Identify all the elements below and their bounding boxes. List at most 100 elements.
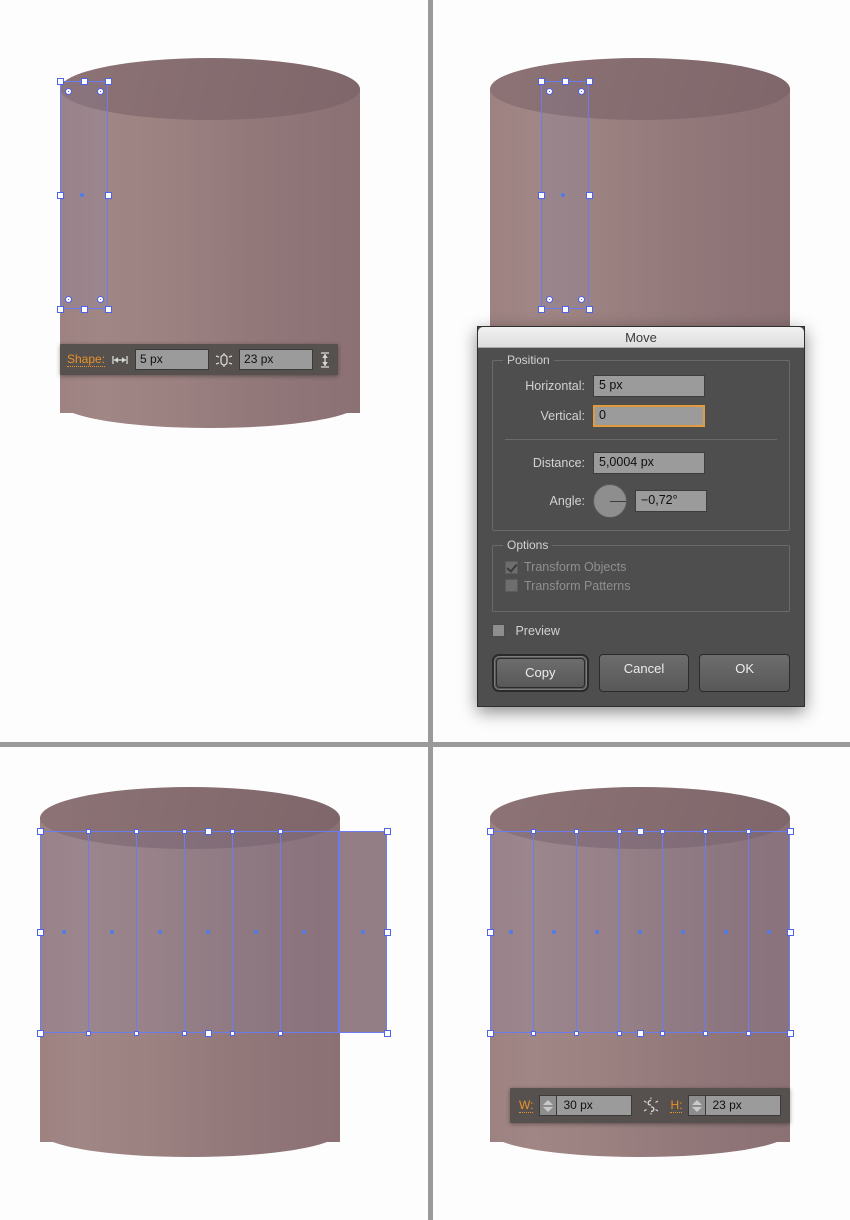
distance-label: Distance: [532,456,585,470]
bottom-node-2-br[interactable] [573,1030,579,1036]
selection-handle-middle-left-tl[interactable] [56,191,64,199]
move-dialog-title: Move [625,329,657,345]
top-node-4-bl[interactable] [229,828,235,834]
panel-bottom-right: W: 30 px H: 23 px [433,747,850,1220]
horizontal-input[interactable]: 5 px [593,375,705,397]
transform-width-value[interactable]: 30 px [557,1096,631,1115]
transform-objects-checkbox-item[interactable]: Transform Objects [505,560,626,574]
selection-handle-bottom-center-tr[interactable] [561,305,569,313]
transform-width-stepper[interactable]: 30 px [539,1095,633,1116]
bottom-node-3-bl[interactable] [181,1030,187,1036]
height-stepper-buttons[interactable] [689,1096,707,1115]
transform-height-value[interactable]: 23 px [706,1096,780,1115]
top-node-5-bl[interactable] [277,828,283,834]
ok-button[interactable]: OK [699,654,791,692]
selection-handle-middle-right-tl[interactable] [104,191,112,199]
selection-handle-top-center-bl[interactable] [204,827,212,835]
transform-hud-bar[interactable]: W: 30 px H: 23 px [510,1088,791,1123]
selection-handle-bottom-right-tr[interactable] [585,305,593,313]
height-arrows-icon[interactable] [319,351,331,369]
transform-patterns-checkbox-item[interactable]: Transform Patterns [505,579,631,593]
selection-handle-middle-right-tr[interactable] [585,191,593,199]
bottom-node-1-bl[interactable] [85,1030,91,1036]
preview-checkbox[interactable] [492,624,505,638]
preview-row[interactable]: Preview [492,622,790,640]
selection-handle-bottom-right-br[interactable] [786,1029,794,1037]
broken-link-icon[interactable] [642,1097,660,1115]
selection-handle-bottom-left-br[interactable] [486,1029,494,1037]
transform-objects-checkbox[interactable] [505,560,518,574]
path-anchor-bottom-right-tr[interactable] [577,295,585,303]
top-node-1-bl[interactable] [85,828,91,834]
path-anchor-bottom-right-tl[interactable] [96,295,104,303]
transform-height-stepper[interactable]: 23 px [688,1095,782,1116]
distance-input[interactable]: 5,0004 px [593,452,705,474]
move-dialog-buttons: Copy Cancel OK [492,654,791,692]
selection-handle-top-center-tr[interactable] [561,77,569,85]
selection-handle-top-left-br[interactable] [486,827,494,835]
shape-corner-radius-field[interactable]: 23 px [239,349,314,370]
copy-button[interactable]: Copy [496,658,585,688]
selection-handle-bottom-center-bl[interactable] [204,1029,212,1037]
path-anchor-top-right-tr[interactable] [577,87,585,95]
path-anchor-top-left-tl[interactable] [64,87,72,95]
selection-handle-bottom-left-tr[interactable] [537,305,545,313]
path-anchor-top-left-tr[interactable] [545,87,553,95]
move-dialog-titlebar[interactable]: Move [478,327,804,348]
selection-handle-top-left-bl[interactable] [36,827,44,835]
path-anchor-top-right-tl[interactable] [96,87,104,95]
path-anchor-bottom-left-tr[interactable] [545,295,553,303]
corner-radius-icon [215,352,233,367]
top-node-5-br[interactable] [702,828,708,834]
shape-width-field[interactable]: 5 px [135,349,210,370]
strip-divider-2-br [576,831,577,1033]
selection-handle-bottom-left-bl[interactable] [36,1029,44,1037]
selection-bounding-box-tr[interactable] [541,81,589,309]
selection-handle-top-right-br[interactable] [786,827,794,835]
selection-handle-top-center-tl[interactable] [80,77,88,85]
bottom-node-3-br[interactable] [616,1030,622,1036]
selection-handle-top-left-tl[interactable] [56,77,64,85]
bottom-node-5-br[interactable] [702,1030,708,1036]
selection-handle-top-right-tl[interactable] [104,77,112,85]
bottom-node-4-bl[interactable] [229,1030,235,1036]
selection-handle-bottom-center-br[interactable] [636,1029,644,1037]
move-dialog[interactable]: Move Position Horizontal: 5 px Vertical:… [477,326,805,707]
selection-handle-bottom-right-tl[interactable] [104,305,112,313]
selection-handle-top-right-tr[interactable] [585,77,593,85]
transform-patterns-checkbox[interactable] [505,579,518,592]
selection-handle-bottom-left-tl[interactable] [56,305,64,313]
vertical-input[interactable]: 0 [593,405,705,427]
shape-hud-bar[interactable]: Shape: 5 px 23 px [60,344,339,375]
top-node-6-br[interactable] [745,828,751,834]
selection-handle-top-right-bl[interactable] [383,827,391,835]
top-node-3-bl[interactable] [181,828,187,834]
top-node-3-br[interactable] [616,828,622,834]
selection-handle-middle-right-bl[interactable] [383,928,391,936]
selection-bounding-box-tl[interactable] [60,81,108,309]
width-stepper-buttons[interactable] [540,1096,558,1115]
bottom-node-5-bl[interactable] [277,1030,283,1036]
bottom-node-1-br[interactable] [530,1030,536,1036]
top-node-4-br[interactable] [659,828,665,834]
selection-handle-middle-left-br[interactable] [486,928,494,936]
top-node-2-br[interactable] [573,828,579,834]
selection-handle-middle-right-br[interactable] [786,928,794,936]
selection-handle-bottom-right-bl[interactable] [383,1029,391,1037]
selection-bounding-box-bl[interactable] [40,831,339,1033]
top-node-1-br[interactable] [530,828,536,834]
path-anchor-bottom-left-tl[interactable] [64,295,72,303]
selection-handle-top-left-tr[interactable] [537,77,545,85]
selection-handle-bottom-center-tl[interactable] [80,305,88,313]
bottom-node-2-bl[interactable] [133,1030,139,1036]
selection-handle-top-center-br[interactable] [636,827,644,835]
cancel-button[interactable]: Cancel [598,654,690,692]
bottom-node-6-br[interactable] [745,1030,751,1036]
angle-input[interactable]: −0,72° [635,490,707,512]
angle-dial-icon[interactable] [593,484,627,518]
selection-handle-middle-left-bl[interactable] [36,928,44,936]
top-node-2-bl[interactable] [133,828,139,834]
bottom-node-4-br[interactable] [659,1030,665,1036]
selection-handle-middle-left-tr[interactable] [537,191,545,199]
options-row: Transform Objects Transform Patterns [505,560,777,597]
